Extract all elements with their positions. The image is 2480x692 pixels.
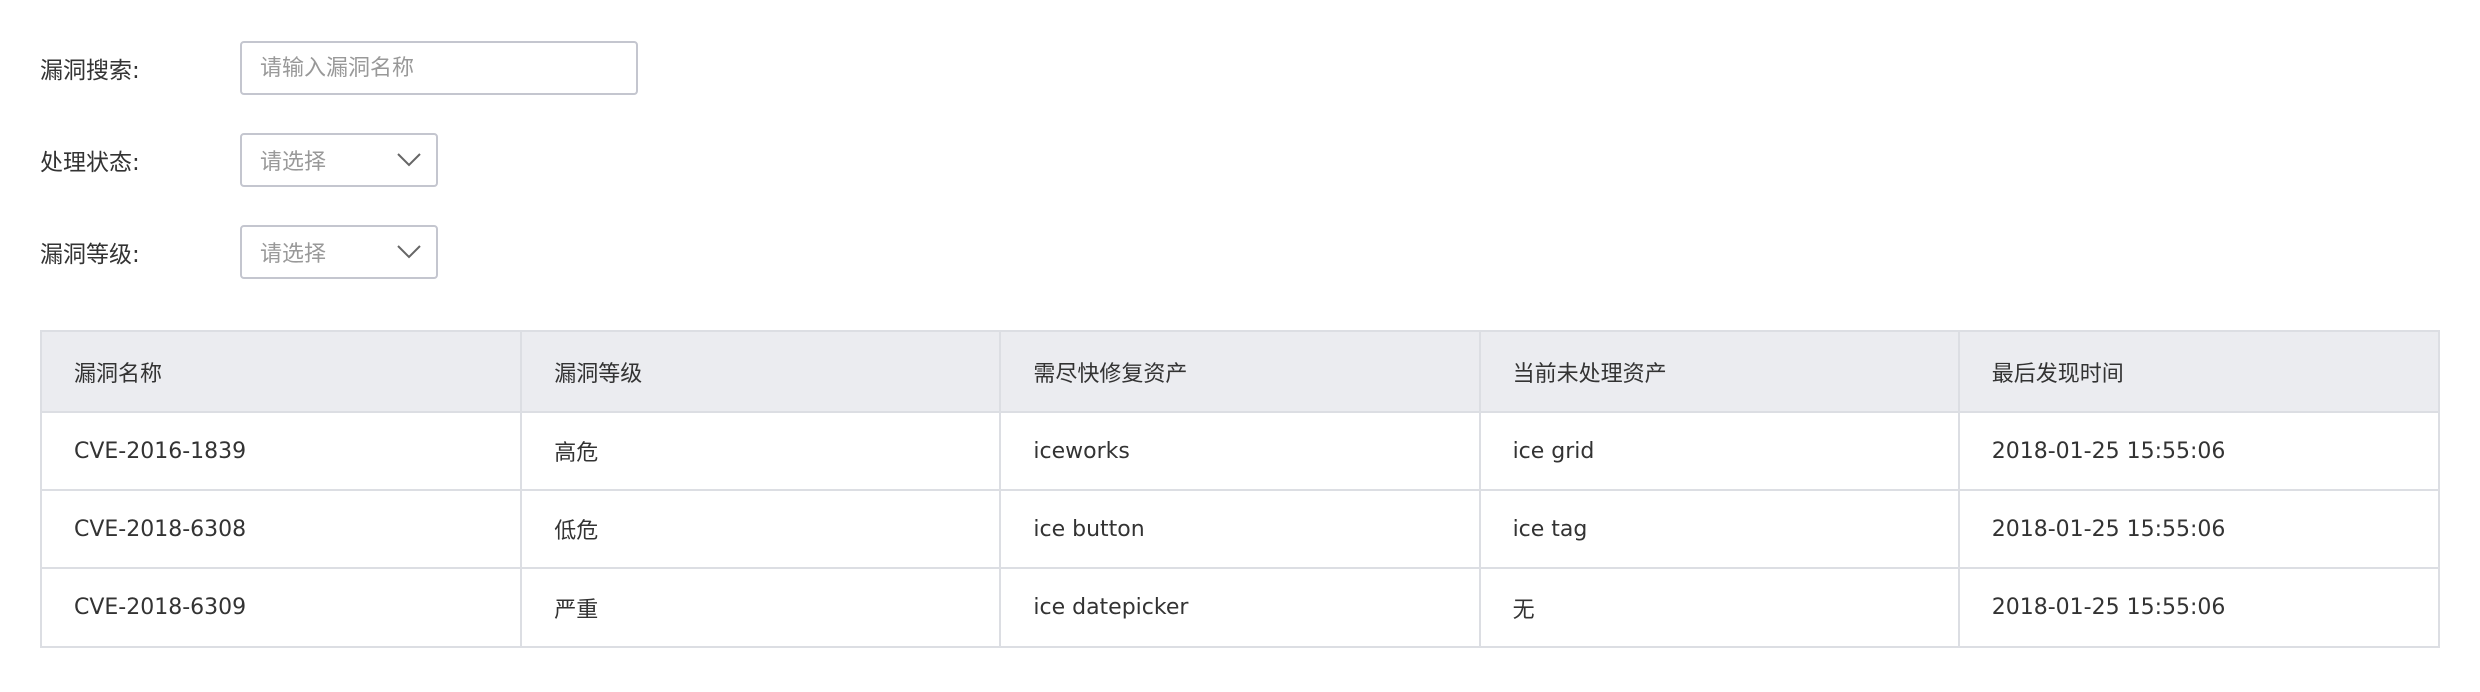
- level-select-value: 请选择: [260, 242, 327, 267]
- column-header-last-seen[interactable]: 最后发现时间: [1959, 332, 2438, 412]
- cell-unhandled-assets: 无: [1479, 568, 1960, 646]
- cell-urgent-assets: ice button: [1000, 490, 1481, 568]
- vuln-search-input[interactable]: [240, 41, 638, 95]
- cell-last-seen: 2018-01-25 15:55:06: [1991, 438, 2226, 464]
- status-filter-row: 处理状态: 请选择: [40, 132, 438, 188]
- cell-urgent-assets: iceworks: [1000, 412, 1481, 490]
- status-filter-label: 处理状态:: [40, 150, 140, 176]
- chevron-down-icon: [397, 153, 421, 167]
- column-header-urgent-assets[interactable]: 需尽快修复资产: [1000, 332, 1481, 412]
- status-select-value: 请选择: [260, 150, 327, 175]
- table-row[interactable]: CVE-2016-1839 高危 iceworks ice grid 2018-…: [42, 412, 2438, 490]
- level-filter-label: 漏洞等级:: [40, 242, 140, 268]
- column-header-unhandled-assets[interactable]: 当前未处理资产: [1479, 332, 1960, 412]
- column-header-vuln-level[interactable]: 漏洞等级: [521, 332, 1002, 412]
- table-header-row: 漏洞名称 漏洞等级 需尽快修复资产 当前未处理资产 最后发现时间: [42, 332, 2438, 412]
- cell-last-seen: 2018-01-25 15:55:06: [1991, 516, 2226, 542]
- cell-vuln-name: CVE-2018-6308: [42, 490, 523, 568]
- cell-vuln-level: 严重: [521, 568, 1002, 646]
- cell-unhandled-assets: ice grid: [1479, 412, 1960, 490]
- cell-vuln-level: 低危: [521, 490, 1002, 568]
- level-filter-row: 漏洞等级: 请选择: [40, 224, 438, 280]
- status-select[interactable]: 请选择: [240, 133, 438, 187]
- cell-urgent-assets: ice datepicker: [1000, 568, 1481, 646]
- cell-last-seen: 2018-01-25 15:55:06: [1991, 595, 2226, 620]
- cell-vuln-name: CVE-2016-1839: [42, 412, 523, 490]
- cell-vuln-name: CVE-2018-6309: [42, 568, 523, 646]
- table-row[interactable]: CVE-2018-6308 低危 ice button ice tag 2018…: [42, 490, 2438, 568]
- level-select[interactable]: 请选择: [240, 225, 438, 279]
- vuln-search-row: 漏洞搜索:: [40, 40, 638, 96]
- table-row[interactable]: CVE-2018-6309 严重 ice datepicker 无 2018-0…: [42, 568, 2438, 646]
- vuln-search-label: 漏洞搜索:: [40, 58, 140, 84]
- cell-vuln-level: 高危: [521, 412, 1002, 490]
- vuln-table: 漏洞名称 漏洞等级 需尽快修复资产 当前未处理资产 最后发现时间 CVE-201…: [40, 330, 2440, 648]
- chevron-down-icon: [397, 245, 421, 259]
- cell-unhandled-assets: ice tag: [1479, 490, 1960, 568]
- column-header-vuln-name[interactable]: 漏洞名称: [42, 332, 523, 412]
